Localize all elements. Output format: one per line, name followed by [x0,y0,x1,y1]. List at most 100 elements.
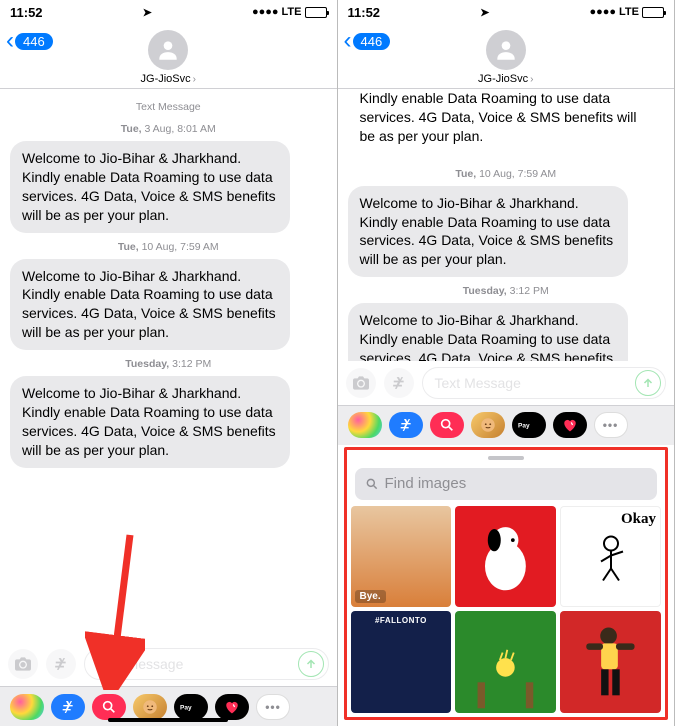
person-icon [493,37,519,63]
svg-text:Pay: Pay [180,704,192,711]
drag-handle[interactable] [488,456,524,460]
app-digital-touch[interactable] [215,694,249,720]
gif-tile[interactable]: #FALLONTO [351,611,452,713]
appstore-button[interactable] [384,368,414,398]
chevron-left-icon: ‹ [6,32,14,50]
person-icon [155,37,181,63]
search-icon [365,477,379,491]
appstore-icon [392,376,406,390]
unread-badge: 446 [15,33,53,50]
gif-tile[interactable]: Okay [560,506,661,608]
timestamp-3: Tuesday, 3:12 PM [348,285,665,297]
appstore-icon [54,657,68,671]
camera-button[interactable] [8,649,38,679]
message-bubble[interactable]: Welcome to Jio-Bihar & Jharkhand. Kindly… [10,141,290,233]
app-apple-pay[interactable]: Pay [512,412,546,438]
imessage-app-tray[interactable]: Pay ••• [338,405,675,445]
chevron-left-icon: ‹ [344,32,352,50]
memoji-icon [479,416,497,434]
signal-icon: ●●●● [252,6,279,18]
back-button[interactable]: ‹ 446 [6,32,53,50]
contact-name-row[interactable]: JG-JioSvc › [478,73,533,85]
message-composer: Text Message [0,642,337,686]
conversation-header: ‹ 446 JG-JioSvc › [0,24,337,89]
status-bar: 11:52 ➤ ●●●● LTE [338,0,675,24]
app-digital-touch[interactable] [553,412,587,438]
camera-icon [15,657,31,671]
message-bubble[interactable]: Welcome to Jio-Bihar & Jharkhand. Kindly… [348,186,628,278]
search-icon [439,417,455,433]
gif-search-panel: Find images Bye. Okay [344,447,669,721]
arrow-up-icon [305,658,317,670]
app-memoji[interactable] [133,694,167,720]
status-bar: 11:52 ➤ ●●●● LTE [0,0,337,24]
contact-name: JG-JioSvc [478,73,528,85]
stick-figure-icon [591,534,631,584]
timestamp-2: Tue, 10 Aug, 7:59 AM [10,241,327,253]
app-photos[interactable] [10,694,44,720]
timestamp-3: Tuesday, 3:12 PM [10,358,327,370]
gif-results-grid[interactable]: Bye. Okay #FALLONTO [347,506,666,718]
search-icon [101,699,117,715]
unread-badge: 446 [353,33,391,50]
message-input[interactable]: Text Message [422,367,667,399]
messages-list[interactable]: Kindly enable Data Roaming to use data s… [338,89,675,361]
contact-avatar[interactable] [486,30,526,70]
gif-tile[interactable] [455,611,556,713]
app-photos[interactable] [348,412,382,438]
contact-name-row[interactable]: JG-JioSvc › [141,73,196,85]
contact-avatar[interactable] [148,30,188,70]
network-label: LTE [619,6,639,18]
appstore-a-icon [398,417,414,433]
gif-caption: Bye. [355,590,386,603]
message-bubble[interactable]: Welcome to Jio-Bihar & Jharkhand. Kindly… [10,259,290,351]
app-more[interactable]: ••• [256,694,290,720]
app-memoji[interactable] [471,412,505,438]
message-composer: Text Message [338,361,675,405]
app-apple-pay[interactable]: Pay [174,694,208,720]
memoji-icon [141,698,159,716]
message-bubble-cut[interactable]: Kindly enable Data Roaming to use data s… [348,89,665,156]
screenshot-right: 11:52 ➤ ●●●● LTE ‹ 446 JG-JioSvc › Kindl… [338,0,675,726]
message-bubble[interactable]: Welcome to Jio-Bihar & Jharkhand. Kindly… [348,303,628,360]
network-label: LTE [282,6,302,18]
back-button[interactable]: ‹ 446 [344,32,391,50]
woodstock-icon [459,615,552,709]
gif-tile[interactable]: Bye. [351,506,452,608]
location-icon: ➤ [143,6,152,19]
app-gif-search[interactable] [92,694,126,720]
heart-icon [224,700,240,714]
message-bubble[interactable]: Welcome to Jio-Bihar & Jharkhand. Kindly… [10,376,290,468]
apple-pay-icon: Pay [518,419,540,431]
arrow-up-icon [642,377,654,389]
camera-icon [353,376,369,390]
battery-icon [642,7,664,18]
send-button[interactable] [298,651,324,677]
messages-list[interactable]: Text Message Tue, 3 Aug, 8:01 AM Welcome… [0,89,337,642]
app-gif-search[interactable] [430,412,464,438]
statusbar-time: 11:52 [348,5,381,20]
contact-name: JG-JioSvc [141,73,191,85]
timestamp-1: Tue, 3 Aug, 8:01 AM [10,123,327,135]
conversation-header: ‹ 446 JG-JioSvc › [338,24,675,89]
location-icon: ➤ [480,6,489,19]
app-appstore[interactable] [389,412,423,438]
appstore-button[interactable] [46,649,76,679]
home-indicator[interactable] [108,718,228,722]
camera-button[interactable] [346,368,376,398]
message-placeholder: Text Message [97,656,183,672]
svg-text:Pay: Pay [518,423,530,430]
gif-tile[interactable] [560,611,661,713]
chevron-right-icon: › [193,74,196,85]
send-button[interactable] [635,370,661,396]
message-placeholder: Text Message [435,375,521,391]
statusbar-time: 11:52 [10,5,43,20]
timestamp-2: Tue, 10 Aug, 7:59 AM [348,168,665,180]
gif-tile[interactable] [455,506,556,608]
appstore-a-icon [60,699,76,715]
battery-icon [305,7,327,18]
app-appstore[interactable] [51,694,85,720]
app-more[interactable]: ••• [594,412,628,438]
gif-search-input[interactable]: Find images [355,468,658,500]
message-input[interactable]: Text Message [84,648,329,680]
